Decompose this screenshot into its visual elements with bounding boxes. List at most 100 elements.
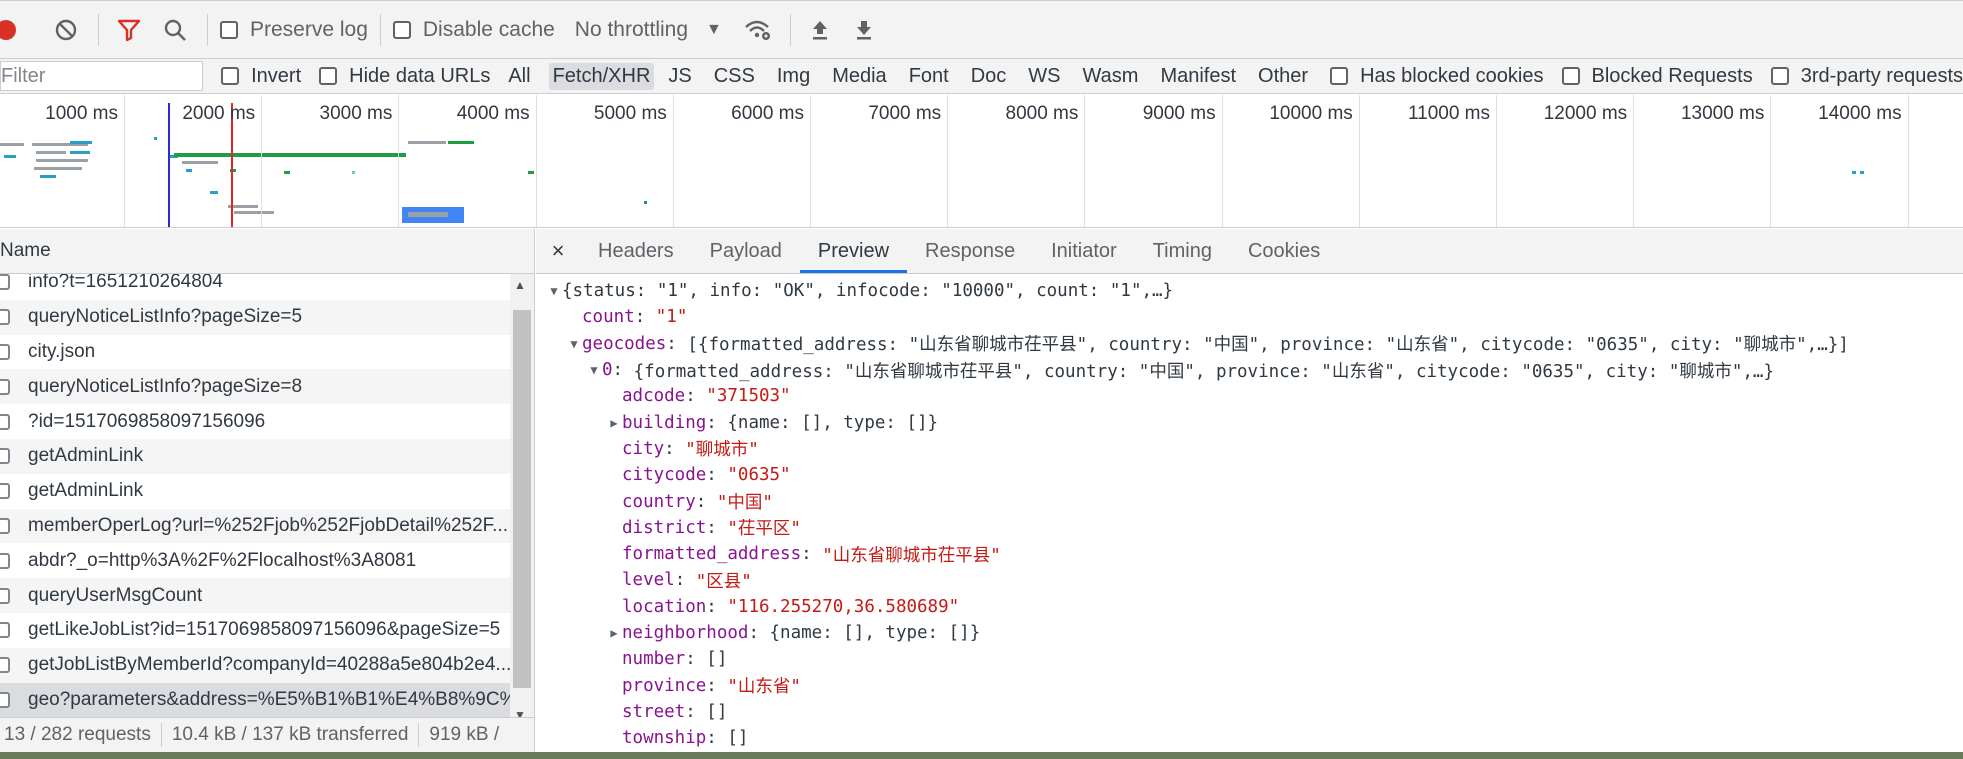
checkbox-box[interactable]	[221, 67, 240, 85]
json-tree-line: number: []	[536, 646, 1963, 672]
table-row[interactable]: memberOperLog?url=%252Fjob%252FjobDetail…	[0, 508, 510, 544]
row-checkbox[interactable]	[0, 552, 10, 569]
has-blocked-cookies-checkbox[interactable]: Has blocked cookies	[1330, 65, 1544, 88]
checkbox-box[interactable]	[1770, 67, 1789, 85]
collapsed-triangle-icon[interactable]: ▶	[606, 626, 622, 640]
list-scrollbar[interactable]: ▲ ▼	[510, 274, 534, 726]
tab-preview[interactable]: Preview	[799, 229, 908, 273]
clear-button[interactable]	[46, 0, 86, 59]
checkbox-box[interactable]	[1330, 67, 1349, 85]
json-tree-line[interactable]: ▼ {status: "1", info: "OK", infocode: "10…	[536, 278, 1963, 304]
third-party-requests-checkbox[interactable]: 3rd-party requests	[1770, 65, 1963, 88]
row-checkbox[interactable]	[0, 448, 10, 465]
row-checkbox[interactable]	[0, 413, 10, 430]
row-checkbox[interactable]	[0, 691, 10, 708]
scroll-up-arrow-icon[interactable]: ▲	[514, 278, 526, 292]
type-filter-other[interactable]: Other	[1254, 63, 1312, 90]
row-checkbox[interactable]	[0, 657, 10, 674]
tab-cookies[interactable]: Cookies	[1230, 229, 1338, 273]
disable-cache-checkbox[interactable]: Disable cache	[392, 18, 555, 42]
status-divider	[160, 723, 162, 747]
row-checkbox[interactable]	[0, 517, 10, 534]
export-har-button[interactable]	[847, 0, 881, 59]
type-filter-wasm[interactable]: Wasm	[1079, 63, 1143, 90]
row-checkbox[interactable]	[0, 309, 10, 326]
table-row[interactable]: queryNoticeListInfo?pageSize=8	[0, 369, 510, 405]
type-filter-font[interactable]: Font	[905, 63, 953, 90]
row-checkbox[interactable]	[0, 587, 10, 604]
json-tree-line[interactable]: ▼ 0: {formatted_address: "山东省聊城市茌平县", cou…	[536, 357, 1963, 383]
row-checkbox[interactable]	[0, 378, 10, 395]
type-filter-img[interactable]: Img	[773, 63, 814, 90]
table-row[interactable]: abdr?_o=http%3A%2F%2Flocalhost%3A8081	[0, 543, 510, 578]
request-name: getAdminLink	[28, 445, 144, 467]
row-checkbox[interactable]	[0, 274, 10, 291]
type-filter-doc[interactable]: Doc	[967, 63, 1011, 90]
row-checkbox[interactable]	[0, 343, 10, 360]
json-colon: :	[748, 623, 770, 643]
table-row[interactable]: getLikeJobList?id=1517069858097156096&pa…	[0, 613, 510, 648]
table-row[interactable]: queryUserMsgCount	[0, 578, 510, 613]
json-colon: :	[706, 728, 728, 749]
scroll-thumb[interactable]	[513, 310, 531, 688]
type-filter-ws[interactable]: WS	[1024, 63, 1064, 90]
table-row[interactable]: getAdminLink	[0, 438, 510, 474]
download-icon	[856, 20, 871, 39]
json-key: 0	[602, 360, 613, 381]
checkbox-box[interactable]	[319, 67, 338, 85]
invert-checkbox[interactable]: Invert	[221, 65, 301, 88]
json-tree-line[interactable]: ▶ building: {name: [], type: []}	[536, 409, 1963, 435]
type-filter-manifest[interactable]: Manifest	[1156, 63, 1240, 90]
table-row[interactable]: ?id=1517069858097156096	[0, 404, 510, 439]
filter-toggle-button[interactable]	[111, 0, 147, 59]
expanded-triangle-icon[interactable]: ▼	[566, 337, 582, 351]
record-button[interactable]	[0, 0, 22, 59]
tab-payload[interactable]: Payload	[692, 229, 800, 273]
type-filter-fetch-xhr[interactable]: Fetch/XHR	[548, 62, 655, 90]
background-strip	[0, 752, 1963, 759]
collapsed-triangle-icon[interactable]: ▶	[606, 416, 622, 430]
type-filter-media[interactable]: Media	[828, 63, 890, 90]
checkbox-box[interactable]	[220, 20, 238, 39]
search-button[interactable]	[155, 0, 195, 59]
checkbox-box[interactable]	[1561, 67, 1580, 85]
row-checkbox[interactable]	[0, 622, 10, 639]
table-row[interactable]: info?t=1651210264804	[0, 274, 510, 300]
json-tree-line[interactable]: ▶ neighborhood: {name: [], type: []}	[536, 620, 1963, 646]
blocked-requests-checkbox[interactable]: Blocked Requests	[1561, 65, 1753, 88]
network-toolbar: Preserve log Disable cache No throttling…	[0, 0, 1963, 59]
type-filter-css[interactable]: CSS	[710, 63, 759, 90]
type-filter-js[interactable]: JS	[664, 63, 695, 90]
import-har-button[interactable]	[803, 0, 837, 59]
tab-response[interactable]: Response	[907, 229, 1033, 273]
row-checkbox[interactable]	[0, 483, 10, 500]
timeline-gridline	[398, 95, 400, 227]
tab-timing[interactable]: Timing	[1135, 229, 1230, 273]
tab-headers[interactable]: Headers	[580, 229, 692, 273]
checkbox-box[interactable]	[392, 20, 411, 39]
hide-data-urls-checkbox[interactable]: Hide data URLs	[319, 65, 490, 88]
timeline-tick-label: 1000 ms	[45, 103, 118, 124]
throttling-select[interactable]: No throttling ▼	[575, 18, 722, 42]
type-filter-all[interactable]: All	[504, 63, 534, 90]
tab-initiator[interactable]: Initiator	[1033, 229, 1135, 273]
json-tree-line[interactable]: ▼ geocodes: [{formatted_address: "山东省聊城市茌…	[536, 331, 1963, 357]
table-row[interactable]: getJobListByMemberId?companyId=40288a5e8…	[0, 647, 510, 683]
filter-input[interactable]: Filter	[0, 61, 204, 91]
table-row[interactable]: city.json	[0, 335, 510, 370]
name-column-header[interactable]: Name	[0, 229, 534, 274]
request-detail-pane: × Headers Payload Preview Response Initi…	[536, 229, 1963, 759]
close-detail-button[interactable]: ×	[536, 229, 580, 273]
timeline-tick-label: 12000 ms	[1543, 103, 1628, 124]
expanded-triangle-icon[interactable]: ▼	[546, 284, 562, 298]
timeline-gridline	[1496, 95, 1497, 227]
preserve-log-checkbox[interactable]: Preserve log	[220, 18, 368, 42]
table-row-selected[interactable]: geo?parameters&address=%E5%B1%B1%E4%B8%9…	[0, 682, 510, 718]
request-name: geo?parameters&address=%E5%B1%B1%E4%B8%9…	[28, 688, 510, 710]
network-conditions-button[interactable]	[738, 0, 778, 59]
table-row[interactable]: getAdminLink	[0, 474, 510, 509]
network-overview-timeline[interactable]: 1000 ms 2000 ms 3000 ms 4000 ms 5000 ms 6000 …	[0, 95, 1963, 228]
table-row[interactable]: queryNoticeListInfo?pageSize=5	[0, 299, 510, 335]
expanded-triangle-icon[interactable]: ▼	[586, 363, 602, 377]
json-tree-line: adcode: "371503"	[536, 383, 1963, 409]
